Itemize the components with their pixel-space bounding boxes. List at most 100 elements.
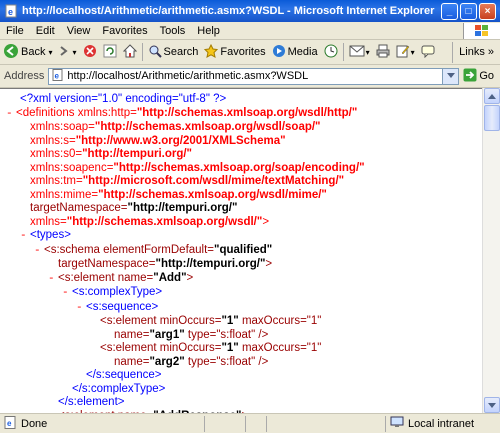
go-label: Go (479, 70, 494, 82)
mail-dropdown-icon[interactable]: ▾ (366, 48, 370, 57)
menu-help[interactable]: Help (191, 25, 226, 37)
print-button[interactable] (373, 42, 393, 63)
address-dropdown-icon[interactable] (442, 68, 459, 84)
xml-line: </s:complexType> (0, 383, 482, 397)
links-button[interactable]: Links » (452, 41, 500, 63)
discuss-button[interactable] (418, 42, 438, 63)
xml-close: > (186, 271, 194, 284)
xml-close: maxOccurs="1" (238, 315, 322, 327)
xml-line: xmlns:mime="http://schemas.xmlsoap.org/w… (0, 189, 482, 203)
menu-edit[interactable]: Edit (30, 25, 61, 37)
xml-value: "http://tempuri.org/" (127, 202, 238, 214)
xml-declaration-text: <?xml version="1.0" encoding="utf-8" ?> (20, 93, 227, 105)
maximize-button[interactable]: □ (460, 2, 477, 20)
edit-button[interactable]: ▾ (393, 42, 418, 63)
ie-page-icon: e (4, 4, 18, 18)
xml-close: > (265, 258, 273, 270)
back-button[interactable]: Back ▾ (0, 42, 55, 63)
go-button[interactable]: Go (459, 68, 500, 85)
media-button[interactable]: Media (269, 42, 321, 63)
favorites-button[interactable]: Favorites (201, 42, 268, 63)
mail-button[interactable]: ▾ (346, 42, 373, 63)
search-label: Search (163, 46, 199, 58)
mail-icon (349, 45, 365, 60)
collapse-toggle[interactable]: - (76, 302, 86, 316)
xml-markup: xmlns:mime= (30, 188, 99, 201)
xml-value: "http://schemas.xmlsoap.org/wsdl/" (66, 215, 263, 228)
menu-file[interactable]: File (0, 25, 30, 37)
xml-value: "http://schemas.xmlsoap.org/wsdl/soap/" (94, 121, 321, 133)
scroll-down-button[interactable] (484, 397, 500, 413)
status-cell (204, 415, 245, 432)
xml-markup: <s:element minOccurs= (100, 342, 222, 354)
xml-markup: </s:sequence> (86, 369, 162, 381)
address-field[interactable]: e (48, 67, 460, 85)
xml-line: - <types> (0, 229, 482, 244)
collapse-toggle[interactable]: - (34, 245, 44, 259)
xml-markup: xmlns:soap= (30, 121, 95, 133)
xml-markup: name= (114, 355, 150, 368)
xml-markup: <types> (30, 229, 71, 241)
xml-line: name="arg1" type="s:float" /> (0, 329, 482, 343)
collapse-toggle[interactable]: - (62, 287, 72, 301)
stop-button[interactable] (80, 42, 100, 63)
xml-line: - <s:element name="Add"> (0, 272, 482, 287)
forward-button[interactable]: ▾ (55, 42, 79, 63)
edit-dropdown-icon[interactable]: ▾ (411, 48, 415, 57)
search-button[interactable]: Search (145, 42, 202, 63)
window-title: http://localhost/Arithmetic/arithmetic.a… (22, 5, 435, 17)
collapse-toggle[interactable]: - (48, 273, 58, 287)
xml-value: "http://microsoft.com/wsdl/mime/textMatc… (82, 175, 345, 187)
menu-view[interactable]: View (61, 25, 97, 37)
media-label: Media (287, 46, 318, 58)
xml-value: "arg1" (149, 328, 185, 341)
vertical-scrollbar[interactable] (482, 88, 500, 413)
xml-line: name="arg2" type="s:float" /> (0, 356, 482, 370)
xml-line: xmlns:s0="http://tempuri.org/" (0, 148, 482, 162)
minimize-button[interactable]: _ (441, 2, 458, 20)
xml-line: </s:element> (0, 396, 482, 410)
scroll-thumb[interactable] (484, 105, 500, 131)
toolbar-separator (141, 43, 143, 61)
xml-declaration: <?xml version="1.0" encoding="utf-8" ?> (0, 93, 482, 107)
forward-dropdown-icon[interactable]: ▾ (72, 48, 76, 57)
intranet-icon (390, 416, 404, 431)
scroll-up-button[interactable] (484, 88, 500, 104)
xml-line: targetNamespace="http://tempuri.org/" (0, 202, 482, 216)
menu-favorites[interactable]: Favorites (96, 25, 153, 37)
xml-tree: <?xml version="1.0" encoding="utf-8" ?> … (0, 89, 482, 413)
xml-markup: <s:schema elementFormDefault= (44, 243, 215, 256)
xml-markup: </s:complexType> (72, 382, 166, 395)
xml-markup: xmlns:s0= (30, 148, 83, 160)
collapse-toggle[interactable]: - (20, 230, 30, 244)
collapse-toggle[interactable]: - (6, 108, 16, 122)
refresh-button[interactable] (100, 42, 120, 63)
back-dropdown-icon[interactable]: ▾ (48, 48, 52, 57)
xml-markup: <s:element minOccurs= (100, 315, 222, 327)
xml-markup: xmlns:soapenc= (30, 161, 114, 174)
go-arrow-icon (463, 68, 477, 85)
history-button[interactable] (321, 42, 341, 63)
xml-markup: xmlns:s= (30, 134, 76, 147)
xml-markup: name= (114, 328, 150, 341)
xml-value: "qualified" (214, 243, 273, 256)
xml-close: > (262, 215, 270, 228)
back-label: Back (21, 46, 46, 58)
home-button[interactable] (120, 42, 140, 63)
xml-line: xmlns:soap="http://schemas.xmlsoap.org/w… (0, 121, 482, 135)
menu-tools[interactable]: Tools (154, 25, 192, 37)
address-input[interactable] (67, 70, 443, 82)
address-label: Address (4, 70, 45, 82)
xml-markup: <s:element name= (58, 271, 154, 284)
xml-markup: targetNamespace= (58, 258, 156, 270)
page-done-icon: e (4, 415, 17, 432)
xml-markup: xmlns:tm= (30, 175, 83, 187)
discuss-icon (421, 44, 435, 61)
xml-markup: xmlns= (30, 215, 67, 228)
menu-bar: File Edit View Favorites Tools Help (0, 22, 500, 40)
xml-close: type="s:float" /> (184, 355, 269, 368)
forward-arrow-icon (58, 45, 70, 60)
close-button[interactable]: × (479, 2, 496, 20)
xml-document-view: <?xml version="1.0" encoding="utf-8" ?> … (0, 88, 482, 413)
title-bar: e http://localhost/Arithmetic/arithmetic… (0, 0, 500, 22)
